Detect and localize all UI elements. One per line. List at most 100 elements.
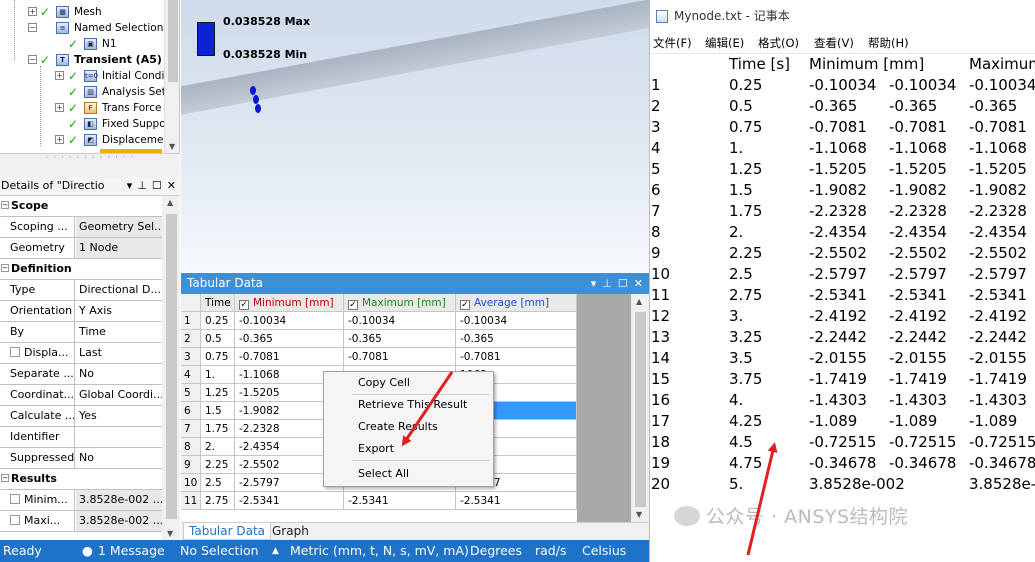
table-cell[interactable]: -0.365 bbox=[235, 330, 344, 348]
table-cell[interactable]: 1.5 bbox=[201, 402, 235, 420]
row-index[interactable]: 7 bbox=[181, 420, 201, 438]
units-dropdown-icon[interactable]: ▲ bbox=[272, 540, 279, 562]
column-checkbox[interactable]: ✓ bbox=[460, 300, 470, 310]
collapse-icon[interactable]: − bbox=[28, 55, 37, 64]
table-cell[interactable]: 2. bbox=[201, 438, 235, 456]
table-cell[interactable]: 1. bbox=[201, 366, 235, 384]
menu-item-create-results[interactable]: Create Results bbox=[324, 417, 493, 437]
row-value[interactable]: Yes bbox=[76, 406, 162, 426]
menu-item-retrieve-result[interactable]: Retrieve This Result bbox=[324, 395, 493, 415]
column-checkbox[interactable]: ✓ bbox=[239, 300, 249, 310]
row-value[interactable]: Y Axis bbox=[76, 301, 162, 321]
table-cell[interactable]: -0.10034 bbox=[456, 312, 577, 330]
status-units[interactable]: Metric (mm, t, N, s, mV, mA) bbox=[290, 540, 469, 562]
tree-item-initial-conditions[interactable]: + ✓ t=0 Initial Condi bbox=[0, 68, 164, 84]
pin-icon[interactable]: ⊥ bbox=[602, 277, 612, 290]
row-value[interactable] bbox=[76, 427, 162, 447]
details-row-type[interactable]: Type Directional D... bbox=[0, 280, 162, 301]
grid-header-cell[interactable]: ✓ Maximum [mm] bbox=[344, 294, 456, 312]
notepad-text-area[interactable]: Time [s] Minimum [mm] Maximum 1 0.25 -0.10034… bbox=[650, 54, 1035, 562]
details-row-geometry[interactable]: Geometry 1 Node bbox=[0, 238, 162, 259]
row-index[interactable]: 6 bbox=[181, 402, 201, 420]
grid-header-cell[interactable]: Time [s] bbox=[201, 294, 235, 312]
column-checkbox[interactable]: ✓ bbox=[348, 300, 358, 310]
tabular-scroll-thumb[interactable] bbox=[635, 312, 646, 507]
table-cell[interactable]: 2.25 bbox=[201, 456, 235, 474]
parameter-checkbox[interactable] bbox=[10, 494, 20, 504]
grid-header-cell[interactable]: ✓ Average [mm] bbox=[456, 294, 577, 312]
table-cell[interactable]: -0.365 bbox=[456, 330, 577, 348]
details-row-coordinate-system[interactable]: Coordinat... Global Coordi... bbox=[0, 385, 162, 406]
expand-icon[interactable]: + bbox=[55, 135, 64, 144]
tree-item-named-selections[interactable]: − ≡ Named Selections bbox=[0, 20, 169, 36]
status-temperature[interactable]: Celsius bbox=[582, 540, 626, 562]
table-cell[interactable]: -0.7081 bbox=[456, 348, 577, 366]
table-cell[interactable]: 1.25 bbox=[201, 384, 235, 402]
details-row-suppressed[interactable]: Suppressed No bbox=[0, 448, 162, 469]
table-cell[interactable]: 0.75 bbox=[201, 348, 235, 366]
status-angle[interactable]: Degrees bbox=[470, 540, 522, 562]
table-cell[interactable]: -2.5341 bbox=[456, 492, 577, 510]
details-row-orientation[interactable]: Orientation Y Axis bbox=[0, 301, 162, 322]
menu-item-export[interactable]: Export bbox=[324, 439, 493, 459]
close-icon[interactable]: ✕ bbox=[167, 179, 176, 192]
menu-format[interactable]: 格式(O) bbox=[758, 32, 799, 54]
expand-icon[interactable]: + bbox=[55, 71, 64, 80]
pin-icon[interactable]: ⊥ bbox=[137, 179, 147, 192]
dropdown-icon[interactable]: ▾ bbox=[591, 277, 597, 290]
details-scroll-thumb[interactable] bbox=[166, 214, 177, 519]
tabular-scrollbar[interactable]: ▲ ▼ bbox=[631, 294, 649, 522]
panel-splitter[interactable]: · · · · · · · · · · · · bbox=[0, 153, 180, 178]
collapse-icon[interactable]: − bbox=[1, 264, 9, 272]
parameter-checkbox[interactable] bbox=[10, 347, 20, 357]
table-cell[interactable]: -0.10034 bbox=[235, 312, 344, 330]
table-cell[interactable]: 1.75 bbox=[201, 420, 235, 438]
expand-icon[interactable]: + bbox=[55, 103, 64, 112]
row-index[interactable]: 1 bbox=[181, 312, 201, 330]
status-messages[interactable]: 1 Message bbox=[98, 540, 165, 562]
expand-icon[interactable]: + bbox=[28, 7, 37, 16]
status-rate[interactable]: rad/s bbox=[535, 540, 566, 562]
tree-scrollbar[interactable]: ▼ bbox=[164, 0, 179, 153]
menu-item-select-all[interactable]: Select All bbox=[324, 464, 493, 484]
scroll-up-icon[interactable]: ▲ bbox=[636, 297, 642, 306]
details-row-scoping[interactable]: Scoping ... Geometry Sel... bbox=[0, 217, 162, 238]
message-icon[interactable]: ● bbox=[82, 540, 93, 562]
tree-item-n1[interactable]: ✓ ▣ N1 bbox=[0, 36, 164, 52]
table-cell[interactable]: 0.25 bbox=[201, 312, 235, 330]
collapse-icon[interactable]: − bbox=[28, 23, 37, 32]
row-value[interactable]: No bbox=[76, 448, 162, 468]
row-value[interactable]: Global Coordi... bbox=[76, 385, 162, 405]
collapse-icon[interactable]: − bbox=[1, 474, 9, 482]
table-cell[interactable]: -0.7081 bbox=[344, 348, 456, 366]
tree-item-transient[interactable]: − ✓ T Transient (A5) bbox=[0, 52, 164, 68]
details-row-by[interactable]: By Time bbox=[0, 322, 162, 343]
row-value[interactable]: Last bbox=[76, 343, 162, 363]
details-row-separate[interactable]: Separate ... No bbox=[0, 364, 162, 385]
menu-file[interactable]: 文件(F) bbox=[653, 32, 692, 54]
table-cell[interactable]: -0.10034 bbox=[344, 312, 456, 330]
menu-view[interactable]: 查看(V) bbox=[814, 32, 854, 54]
details-section-scope[interactable]: − Scope bbox=[0, 196, 162, 217]
row-index[interactable]: 2 bbox=[181, 330, 201, 348]
details-row-display-time[interactable]: Displa... Last bbox=[0, 343, 162, 364]
tree-item-trans-force[interactable]: + ✓ F Trans Force bbox=[0, 100, 164, 116]
details-section-results[interactable]: − Results bbox=[0, 469, 162, 490]
graphics-viewport[interactable]: 0.038528 Max 0.038528 Min bbox=[181, 0, 649, 272]
tree-item-fixed-support[interactable]: ✓ ◧ Fixed Suppo bbox=[0, 116, 166, 132]
maximize-icon[interactable]: ☐ bbox=[152, 179, 162, 192]
close-icon[interactable]: ✕ bbox=[634, 277, 643, 290]
dropdown-icon[interactable]: ▾ bbox=[127, 179, 133, 192]
menu-help[interactable]: 帮助(H) bbox=[868, 32, 909, 54]
scroll-up-icon[interactable]: ▲ bbox=[167, 198, 173, 207]
details-scrollbar[interactable]: ▲ ▼ bbox=[162, 196, 180, 540]
scroll-down-icon[interactable]: ▼ bbox=[169, 142, 175, 151]
row-index[interactable]: 5 bbox=[181, 384, 201, 402]
details-row-minimum[interactable]: Minim... 3.8528e-002 ... bbox=[0, 490, 162, 511]
row-value[interactable]: Time bbox=[76, 322, 162, 342]
row-index[interactable]: 8 bbox=[181, 438, 201, 456]
menu-edit[interactable]: 编辑(E) bbox=[705, 32, 744, 54]
table-cell[interactable]: 0.5 bbox=[201, 330, 235, 348]
row-index[interactable]: 3 bbox=[181, 348, 201, 366]
details-row-calculate[interactable]: Calculate ... Yes bbox=[0, 406, 162, 427]
